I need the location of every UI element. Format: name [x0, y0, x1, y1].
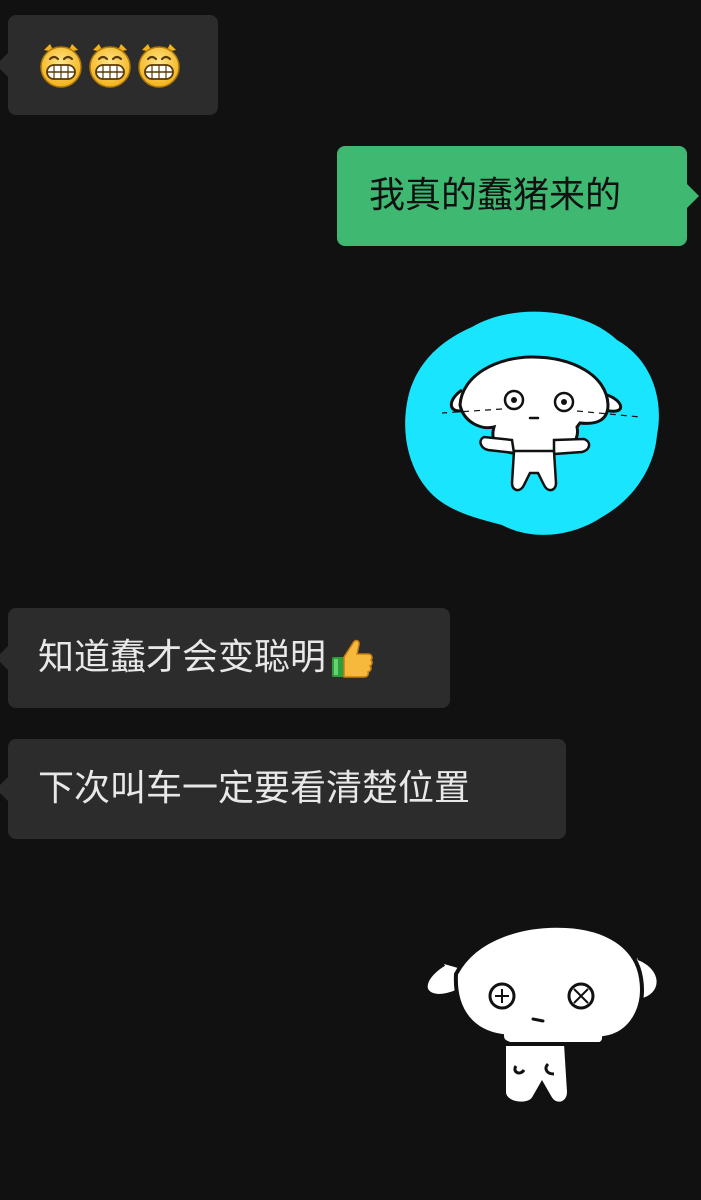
incoming-message-bubble[interactable]: 知道蠢才会变聪明: [0, 608, 450, 708]
message-text: 下次叫车一定要看清楚位置: [38, 768, 471, 809]
incoming-message-bubble[interactable]: 下次叫车一定要看清楚位置: [0, 739, 566, 839]
grinning-face-icon: [89, 44, 131, 88]
message-text: 我真的蠢猪来的: [369, 175, 622, 216]
sad-bunny-sticker[interactable]: [416, 916, 668, 1120]
thumbs-up-icon: [332, 639, 373, 678]
outgoing-message-bubble[interactable]: 我真的蠢猪来的: [337, 146, 699, 246]
message-text: 知道蠢才会变聪明: [38, 637, 327, 678]
grinning-face-icon: [138, 44, 180, 88]
grinning-face-icon: [40, 44, 82, 88]
crying-bunny-sticker-cyan[interactable]: [402, 305, 664, 540]
incoming-emoji-bubble[interactable]: [0, 15, 218, 115]
emoji-row: [38, 42, 182, 88]
